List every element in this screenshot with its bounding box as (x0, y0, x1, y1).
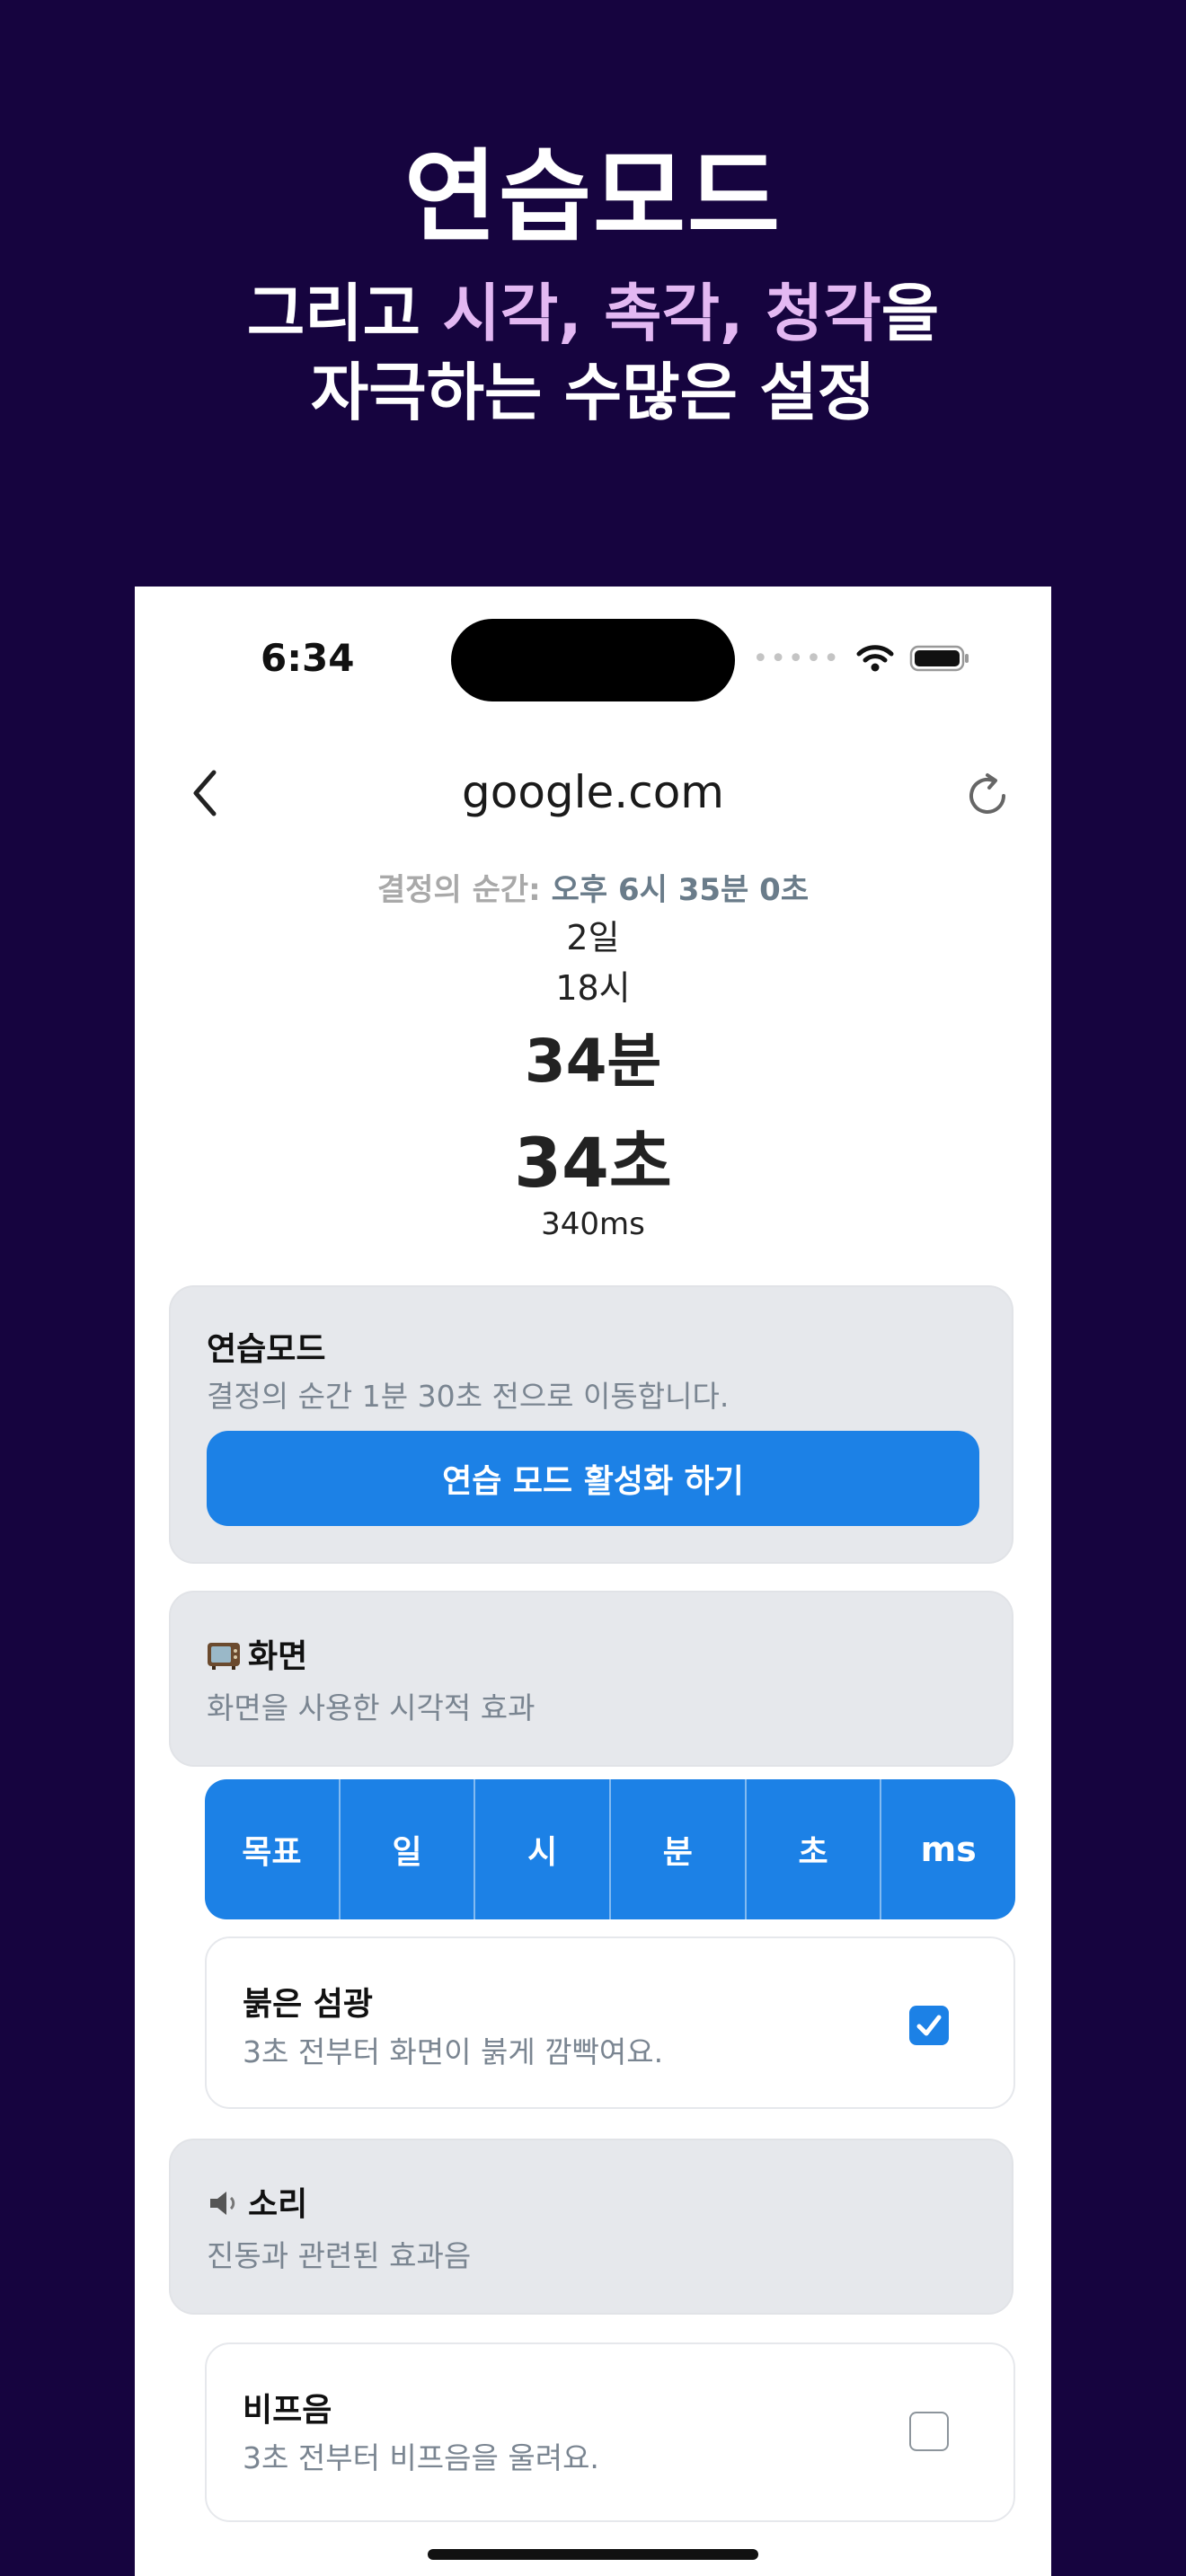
red-flash-checkbox[interactable] (909, 2006, 949, 2045)
unit-segmented-control: 목표 일 시 분 초 ms (205, 1779, 1015, 1919)
sound-section-description: 진동과 관련된 효과음 (207, 2238, 472, 2273)
screen-title-text: 화면 (248, 1638, 308, 1675)
sound-section-title: 소리 (207, 2178, 307, 2225)
screen-section-title: 화면 (207, 1630, 307, 1677)
practice-title: 연습모드 (207, 1331, 326, 1368)
decision-moment-label: 결정의 순간: (376, 872, 552, 908)
sound-title-text: 소리 (248, 2186, 308, 2223)
hero-line1-highlight: 시각, 촉각, 청각 (442, 277, 881, 350)
refresh-button[interactable] (956, 764, 1019, 827)
countdown-ms: 340ms (541, 1206, 645, 1242)
decision-moment-value: 오후 6시 35분 0초 (551, 872, 810, 908)
tab-minute[interactable]: 분 (611, 1779, 747, 1919)
sound-section: 소리 진동과 관련된 효과음 (169, 2139, 1013, 2315)
tv-icon (208, 1643, 240, 1670)
countdown-hours: 18시 (555, 968, 631, 1008)
beep-option[interactable]: 비프음 3초 전부터 비프음을 울려요. (205, 2342, 1015, 2522)
page-title: google.com (462, 766, 724, 818)
wifi-icon (856, 645, 894, 672)
refresh-icon (969, 773, 1005, 814)
activate-practice-button[interactable]: 연습 모드 활성화 하기 (207, 1431, 979, 1526)
beep-title: 비프음 (243, 2392, 332, 2429)
red-flash-description: 3초 전부터 화면이 붉게 깜빡여요. (243, 2034, 664, 2069)
tab-second[interactable]: 초 (747, 1779, 882, 1919)
practice-card: 연습모드 결정의 순간 1분 30초 전으로 이동합니다. 연습 모드 활성화 … (169, 1285, 1013, 1564)
home-indicator (428, 2549, 758, 2560)
decision-moment: 결정의 순간: 오후 6시 35분 0초 (135, 865, 1051, 909)
hero-line2: 자극하는 수많은 설정 (310, 356, 876, 429)
signal-dots: ••••• (752, 642, 841, 675)
hero-line1-prefix: 그리고 (246, 277, 443, 350)
screen-section: 화면 화면을 사용한 시각적 효과 (169, 1591, 1013, 1767)
red-flash-title: 붉은 섬광 (243, 1986, 374, 2023)
countdown-minutes: 34분 (524, 1027, 662, 1096)
phone-screen: 6:34 ••••• google.com 결정의 순간: 오후 6시 35분 … (135, 587, 1051, 2576)
hero-title: 연습모드 (403, 139, 783, 256)
checkmark-icon (916, 2015, 942, 2036)
countdown-days: 2일 (566, 918, 620, 957)
screen-section-description: 화면을 사용한 시각적 효과 (207, 1690, 535, 1725)
practice-description: 결정의 순간 1분 30초 전으로 이동합니다. (207, 1379, 730, 1414)
tab-hour[interactable]: 시 (475, 1779, 612, 1919)
red-flash-option[interactable]: 붉은 섬광 3초 전부터 화면이 붉게 깜빡여요. (205, 1936, 1015, 2109)
beep-description: 3초 전부터 비프음을 울려요. (243, 2440, 599, 2475)
tab-ms[interactable]: ms (881, 1779, 1015, 1919)
battery-icon (909, 645, 969, 672)
dynamic-island (451, 619, 735, 701)
tab-goal[interactable]: 목표 (205, 1779, 341, 1919)
hero-line1-suffix: 을 (881, 277, 940, 350)
beep-checkbox[interactable] (909, 2412, 949, 2451)
speaker-icon (210, 2192, 235, 2215)
status-time: 6:34 (261, 636, 355, 680)
hero-subtitle: 그리고 시각, 촉각, 청각을 자극하는 수많은 설정 (0, 274, 1186, 432)
tab-day[interactable]: 일 (341, 1779, 476, 1919)
status-icons: ••••• (753, 640, 972, 676)
countdown-seconds: 34초 (514, 1123, 672, 1203)
